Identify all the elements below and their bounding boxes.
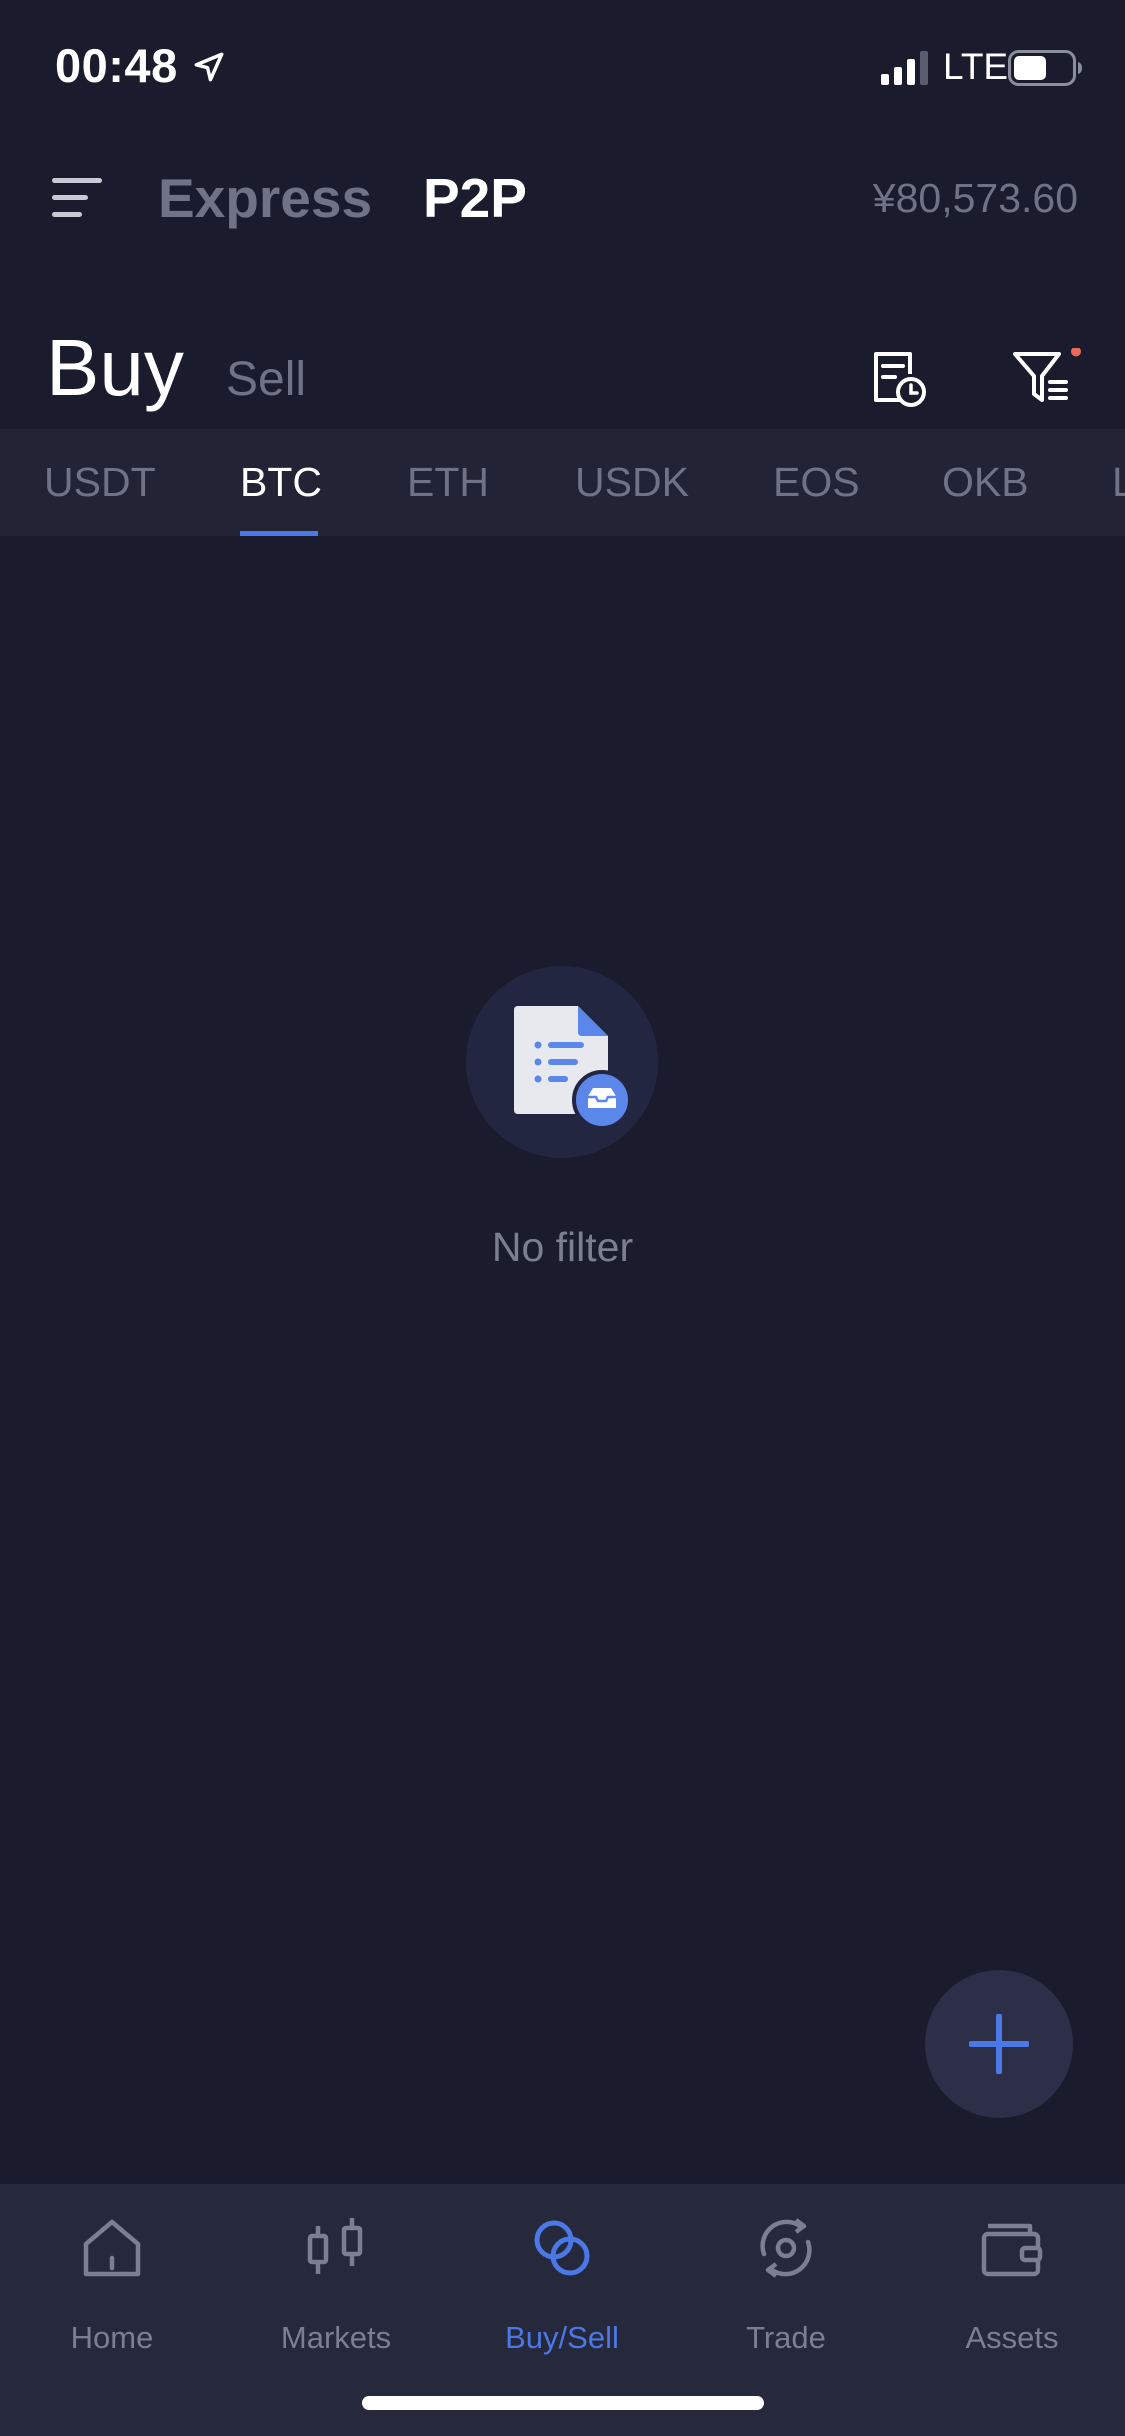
location-arrow-icon <box>194 52 224 82</box>
filter-icon[interactable] <box>1012 348 1082 408</box>
coin-tab-usdk[interactable]: USDK <box>575 459 689 506</box>
coin-tab-eth[interactable]: ETH <box>407 459 489 506</box>
balance-amount[interactable]: ¥80,573.60 <box>873 175 1078 222</box>
plus-icon <box>969 2014 1029 2074</box>
home-indicator[interactable] <box>362 2396 764 2410</box>
home-icon <box>83 2219 141 2277</box>
bottom-nav-label: Home <box>70 2320 154 2355</box>
buy-sell-icon <box>534 2220 590 2276</box>
empty-document-icon <box>466 966 658 1158</box>
candlestick-icon <box>307 2218 363 2274</box>
coin-tab-eos[interactable]: EOS <box>773 459 860 506</box>
bottom-nav-label: Assets <box>965 2320 1059 2355</box>
add-ad-button[interactable] <box>925 1970 1073 2118</box>
status-time: 00:48 <box>55 39 178 92</box>
bottom-nav-label: Trade <box>746 2320 826 2355</box>
bottom-nav-trade[interactable]: Trade <box>696 2214 876 2355</box>
bottom-nav-markets[interactable]: Markets <box>246 2214 426 2355</box>
bottom-nav-label: Markets <box>280 2320 392 2355</box>
coin-tab-overflow[interactable]: L <box>1112 459 1125 506</box>
status-bar: 00:48 LTE <box>0 0 1125 135</box>
coin-tab-usdt[interactable]: USDT <box>44 459 156 506</box>
active-tab-indicator <box>240 531 318 536</box>
coin-tab-okb[interactable]: OKB <box>942 459 1029 506</box>
tab-p2p[interactable]: P2P <box>423 166 527 230</box>
sell-toggle[interactable]: Sell <box>226 352 306 407</box>
wallet-icon <box>981 2223 1043 2277</box>
bottom-nav-home[interactable]: Home <box>22 2214 202 2355</box>
hamburger-menu-icon[interactable] <box>50 172 106 224</box>
bottom-nav-assets[interactable]: Assets <box>922 2214 1102 2355</box>
buy-toggle[interactable]: Buy <box>46 322 184 414</box>
battery-icon <box>1008 50 1082 86</box>
coin-tab-btc[interactable]: BTC <box>240 459 322 506</box>
tab-express[interactable]: Express <box>158 166 372 230</box>
coin-tab-bar: USDT BTC ETH USDK EOS OKB L <box>0 429 1125 536</box>
filter-badge <box>1071 348 1081 357</box>
bottom-nav-label: Buy/Sell <box>505 2320 619 2355</box>
signal-bars-icon <box>881 51 928 85</box>
order-history-icon[interactable] <box>868 350 928 410</box>
trade-cycle-icon <box>760 2218 812 2278</box>
network-type: LTE <box>943 46 1009 87</box>
p2p-screen: 00:48 LTE Express P2P ¥80,573.60 Buy Sel… <box>0 0 1125 2436</box>
empty-state-message: No filter <box>491 1224 634 1270</box>
bottom-nav-buy-sell[interactable]: Buy/Sell <box>472 2214 652 2355</box>
